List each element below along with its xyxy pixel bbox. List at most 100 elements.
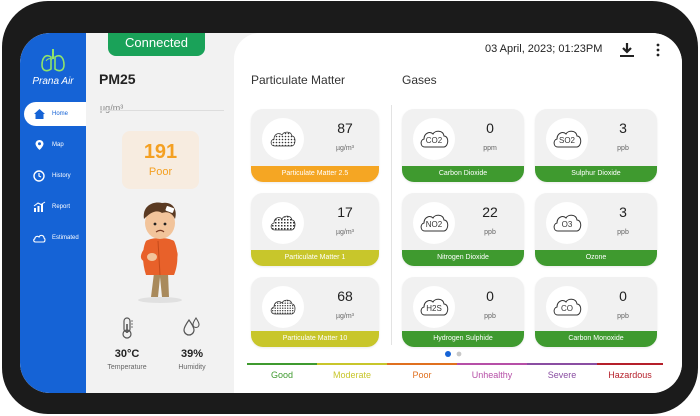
connection-status-badge: Connected	[108, 33, 205, 56]
pm-unit: µg/m³	[335, 145, 355, 152]
gas-cloud-icon: O3	[546, 202, 588, 244]
gas-value: 3	[619, 204, 627, 220]
pm-value: 17	[337, 204, 353, 220]
gas-label: Nitrogen Dioxide	[402, 250, 524, 266]
pm-label: Particulate Matter 1	[251, 250, 379, 266]
scale-bar-severe	[527, 363, 597, 365]
sidebar-item-report[interactable]: Report	[24, 195, 86, 219]
app-name: Prana Air	[32, 76, 74, 87]
gas-unit: ppb	[484, 229, 496, 236]
divider	[100, 110, 224, 111]
aqi-scale: Good Moderate Poor Unhealthy Severe Haza…	[234, 363, 682, 393]
temperature-label: Temperature	[107, 364, 147, 371]
temperature-value: 30°C	[114, 348, 140, 360]
humidity-drops-icon	[183, 317, 200, 336]
gas-label: Hydrogen Sulphide	[402, 331, 524, 347]
section-divider	[391, 105, 392, 345]
particulate-section-title: Particulate Matter	[251, 73, 346, 87]
gas-cloud-icon: NO2	[413, 202, 455, 244]
gas-value: 0	[619, 288, 627, 304]
sidebar-item-map[interactable]: Map	[24, 133, 86, 157]
gas-formula: NO2	[426, 220, 443, 229]
humidity-widget: 39% Humidity	[162, 317, 222, 371]
humidity-value: 39%	[180, 348, 204, 360]
pm25-panel: Connected PM25 µg/m³ 191 Poor 30°C Tempe…	[86, 33, 251, 393]
device-frame: Prana Air Home Map History Report Estima…	[2, 1, 698, 414]
temperature-widget: 30°C Temperature	[97, 317, 157, 371]
dust-cloud-icon	[262, 118, 304, 160]
pollutant-title: PM25	[99, 71, 136, 87]
scale-label-moderate: Moderate	[332, 370, 372, 380]
humidity-label: Humidity	[178, 364, 206, 371]
page-dot-active[interactable]	[445, 351, 451, 357]
aqi-status: Poor	[148, 166, 173, 178]
gas-card[interactable]: CO2 0 ppm Carbon Dioxide	[402, 109, 524, 182]
sidebar-item-estimated[interactable]: Estimated	[24, 226, 86, 250]
gas-card[interactable]: H2S 0 ppb Hydrogen Sulphide	[402, 277, 524, 347]
dust-cloud-icon	[262, 286, 304, 328]
aqi-card: 191 Poor	[122, 131, 199, 189]
sidebar-item-label: Report	[52, 204, 71, 210]
more-options-icon[interactable]	[655, 42, 661, 58]
sidebar-item-label: Estimated	[52, 235, 79, 241]
gas-card[interactable]: O3 3 ppb Ozone	[535, 193, 657, 266]
pm-unit: µg/m³	[335, 229, 355, 236]
gas-cloud-icon: H2S	[413, 286, 455, 328]
cloud-icon	[32, 231, 46, 245]
gas-cloud-icon: SO2	[546, 118, 588, 160]
gas-card[interactable]: CO 0 ppb Carbon Monoxide	[535, 277, 657, 347]
gas-value: 3	[619, 120, 627, 136]
gas-unit: ppb	[484, 313, 496, 320]
chart-icon	[32, 200, 46, 214]
dust-cloud-icon	[262, 202, 304, 244]
pm-unit: µg/m³	[335, 313, 355, 320]
gas-value: 0	[486, 288, 494, 304]
scale-bar-hazardous	[597, 363, 663, 365]
download-icon[interactable]	[619, 42, 635, 58]
gas-unit: ppb	[617, 313, 629, 320]
pm-value: 87	[337, 120, 353, 136]
sidebar-item-history[interactable]: History	[24, 164, 86, 188]
aqi-value: 191	[143, 141, 178, 163]
gas-label: Ozone	[535, 250, 657, 266]
gas-cloud-icon: CO	[546, 286, 588, 328]
pm-card[interactable]: 68 µg/m³ Particulate Matter 10	[251, 277, 379, 347]
scale-label-severe: Severe	[547, 370, 577, 380]
sidebar-item-label: History	[52, 173, 71, 179]
page-indicator	[445, 351, 462, 357]
gas-formula: CO	[561, 304, 573, 313]
sidebar-item-home[interactable]: Home	[24, 102, 86, 126]
clock-icon	[32, 169, 46, 183]
gas-formula: SO2	[559, 136, 576, 145]
sidebar-item-label: Home	[52, 111, 69, 117]
gas-card[interactable]: NO2 22 ppb Nitrogen Dioxide	[402, 193, 524, 266]
app-screen: Prana Air Home Map History Report Estima…	[20, 33, 682, 393]
sidebar-item-label: Map	[52, 142, 64, 148]
gas-card[interactable]: SO2 3 ppb Sulphur Dioxide	[535, 109, 657, 182]
scale-bar-moderate	[317, 363, 387, 365]
pm-card[interactable]: 87 µg/m³ Particulate Matter 2.5	[251, 109, 379, 182]
main-content: 03 April, 2023; 01:23PM Particulate Matt…	[234, 33, 682, 393]
gas-formula: O3	[562, 220, 573, 229]
scale-label-good: Good	[270, 370, 294, 380]
scale-bar-good	[247, 363, 317, 365]
gas-cloud-icon: CO2	[413, 118, 455, 160]
map-pin-icon	[32, 138, 46, 152]
page-dot[interactable]	[456, 351, 462, 357]
scale-label-poor: Poor	[412, 370, 432, 380]
datetime-display: 03 April, 2023; 01:23PM	[485, 43, 603, 55]
scale-bar-unhealthy	[457, 363, 527, 365]
gas-value: 0	[486, 120, 494, 136]
gas-label: Sulphur Dioxide	[535, 166, 657, 182]
sidebar: Prana Air Home Map History Report Estima…	[20, 33, 86, 393]
gas-value: 22	[482, 204, 498, 220]
app-logo: Prana Air	[28, 47, 78, 87]
gas-label: Carbon Monoxide	[535, 331, 657, 347]
pollutant-unit: µg/m³	[100, 103, 124, 113]
pm-card[interactable]: 17 µg/m³ Particulate Matter 1	[251, 193, 379, 266]
pm-label: Particulate Matter 10	[251, 331, 379, 347]
sick-person-illustration	[138, 202, 182, 303]
gases-section-title: Gases	[402, 73, 437, 87]
pm-value: 68	[337, 288, 353, 304]
gas-unit: ppb	[617, 145, 629, 152]
